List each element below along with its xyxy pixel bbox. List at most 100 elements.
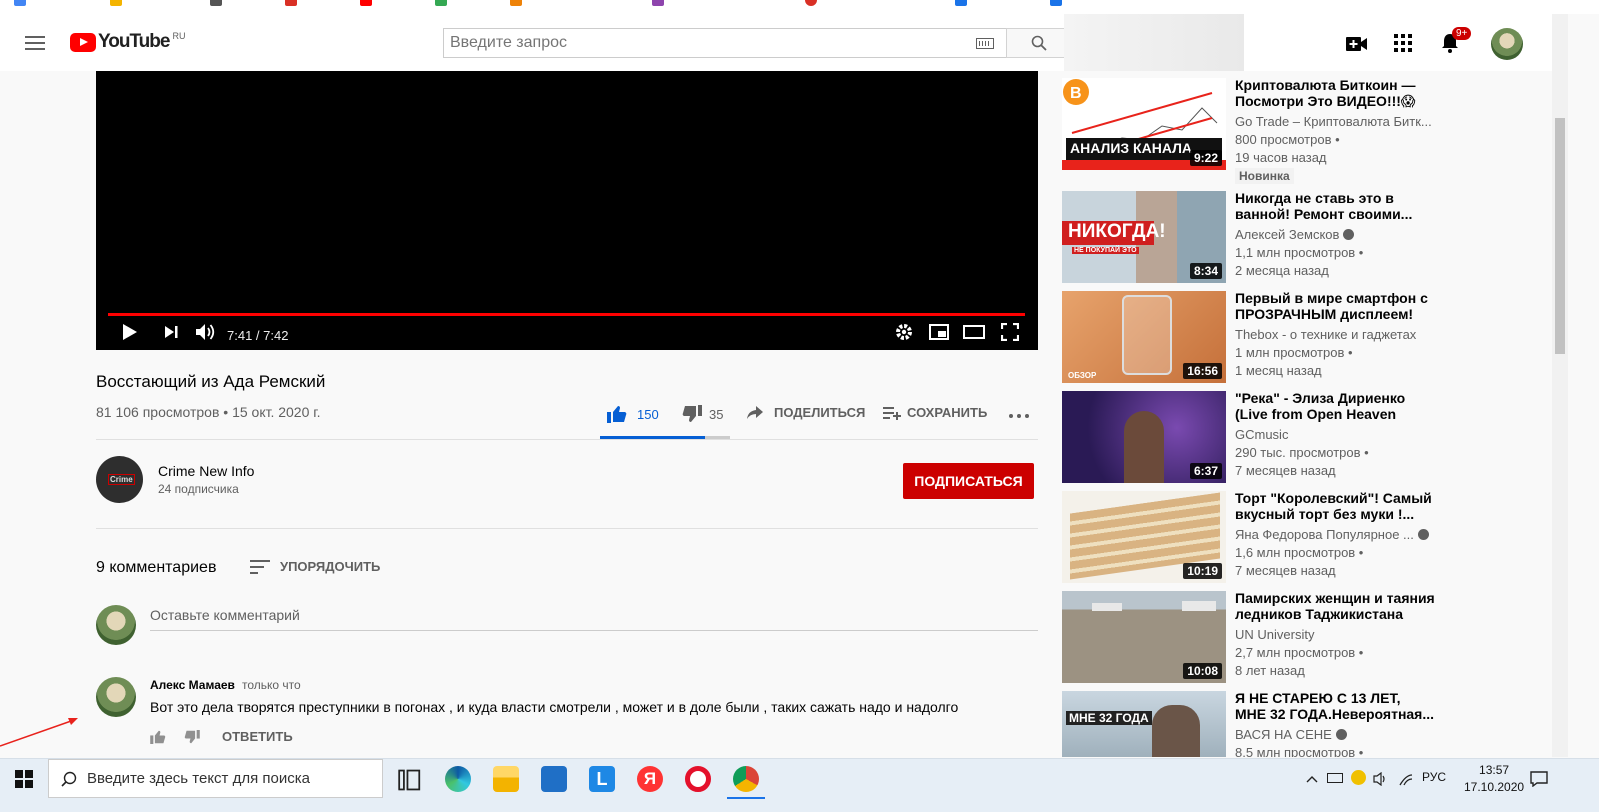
channel-label: GCmusic: [1235, 427, 1289, 442]
video-thumbnail[interactable]: НИКОГДА! НЕ ПОКУПАЙ ЭТО 8:34: [1062, 191, 1226, 283]
wifi-icon[interactable]: [1398, 772, 1414, 786]
account-avatar[interactable]: [1491, 28, 1523, 60]
channel-name[interactable]: GCmusic: [1235, 427, 1435, 442]
add-to-playlist-icon: [883, 406, 901, 420]
chrome-icon[interactable]: [733, 766, 759, 792]
bookmark-item[interactable]: [360, 0, 372, 6]
upload-age: 1 месяц назад: [1235, 363, 1322, 378]
video-title[interactable]: Криптовалюта Биткоин — Посмотри Это ВИДЕ…: [1235, 77, 1435, 109]
search-button[interactable]: [1006, 28, 1071, 58]
comment-dislike-icon[interactable]: [184, 729, 200, 744]
recommendation-item[interactable]: 10:19 Торт "Королевский"! Самый вкусный …: [1062, 490, 1562, 583]
verified-icon: [1335, 729, 1347, 740]
recommendation-item[interactable]: 10:08 Памирских женщин и таяния ледников…: [1062, 590, 1562, 683]
video-title[interactable]: Торт "Королевский"! Самый вкусный торт б…: [1235, 490, 1435, 522]
security-icon[interactable]: [1351, 770, 1366, 785]
settings-gear-icon[interactable]: [895, 323, 913, 341]
channel-name[interactable]: Thebox - о технике и гаджетах: [1235, 327, 1435, 342]
bookmark-item[interactable]: [210, 0, 222, 6]
recommendation-item[interactable]: НИКОГДА! НЕ ПОКУПАЙ ЭТО 8:34 Никогда не …: [1062, 190, 1562, 283]
speaker-icon[interactable]: [1373, 772, 1389, 786]
taskbar-search-input[interactable]: Введите здесь текст для поиска: [48, 759, 383, 798]
video-thumbnail[interactable]: 10:19: [1062, 491, 1226, 583]
view-count: 290 тыс. просмотров •: [1235, 445, 1369, 460]
search-input[interactable]: [444, 29, 944, 57]
bookmark-item[interactable]: [955, 0, 967, 6]
action-center-icon[interactable]: [1530, 771, 1548, 787]
file-explorer-icon[interactable]: [493, 766, 519, 792]
miniplayer-icon[interactable]: [929, 324, 949, 340]
video-title[interactable]: Памирских женщин и таяния ледников Таджи…: [1235, 590, 1435, 622]
page-scrollbar[interactable]: [1552, 14, 1568, 757]
bookmark-item[interactable]: [1050, 0, 1062, 6]
video-title[interactable]: Первый в мире смартфон с ПРОЗРАЧНЫМ дисп…: [1235, 290, 1435, 322]
sort-comments-button[interactable]: УПОРЯДОЧИТЬ: [250, 559, 380, 574]
bookmark-item[interactable]: [14, 0, 26, 6]
windows-start-icon[interactable]: [15, 770, 33, 788]
show-hidden-icons-icon[interactable]: [1306, 775, 1318, 783]
play-icon[interactable]: [122, 323, 138, 341]
video-thumbnail[interactable]: МНЕ 32 ГОДА: [1062, 691, 1226, 757]
bookmark-item[interactable]: [285, 0, 297, 6]
more-actions-icon[interactable]: [1009, 414, 1029, 418]
ad-banner[interactable]: [1064, 14, 1244, 71]
upload-age: 19 часов назад: [1235, 150, 1327, 165]
video-title[interactable]: Я НЕ СТАРЕЮ С 13 ЛЕТ, МНЕ 32 ГОДА.Неверо…: [1235, 691, 1435, 722]
recommendation-item[interactable]: 6:37 "Река" - Элиза Дириенко (Live from …: [1062, 390, 1562, 483]
recommendation-item[interactable]: МНЕ 32 ГОДА Я НЕ СТАРЕЮ С 13 ЛЕТ, МНЕ 32…: [1062, 691, 1562, 757]
opera-icon[interactable]: [685, 766, 711, 792]
comment-time[interactable]: только что: [242, 678, 301, 692]
menu-icon[interactable]: [25, 36, 45, 50]
edge-icon[interactable]: [445, 766, 471, 792]
yandex-browser-icon[interactable]: Я: [637, 766, 663, 792]
comment-author[interactable]: Алекс Мамаев: [150, 678, 235, 692]
share-button[interactable]: ПОДЕЛИТЬСЯ: [746, 405, 865, 420]
channel-avatar[interactable]: [96, 456, 143, 503]
add-comment-input[interactable]: Оставьте комментарий: [150, 607, 1038, 631]
recommendation-item[interactable]: ОБЗОР 16:56 Первый в мире смартфон с ПРО…: [1062, 290, 1562, 383]
scrollbar-thumb[interactable]: [1555, 118, 1565, 354]
app-l-icon[interactable]: L: [589, 766, 615, 792]
channel-name[interactable]: UN University: [1235, 627, 1435, 642]
video-title[interactable]: "Река" - Элиза Дириенко (Live from Open …: [1235, 390, 1435, 422]
recommendation-item[interactable]: B АНАЛИЗ КАНАЛА 9:22 Криптовалюта Биткои…: [1062, 77, 1562, 184]
battery-icon[interactable]: [1327, 773, 1343, 783]
theater-mode-icon[interactable]: [963, 325, 985, 339]
bookmark-item[interactable]: [510, 0, 522, 6]
subscribe-button[interactable]: ПОДПИСАТЬСЯ: [903, 463, 1034, 499]
clock[interactable]: 13:57 17.10.2020: [1464, 762, 1524, 796]
task-view-icon[interactable]: [398, 767, 424, 793]
input-language[interactable]: РУС: [1422, 770, 1446, 784]
svg-text:B: B: [1070, 85, 1082, 102]
bookmark-item[interactable]: [805, 0, 817, 6]
channel-name[interactable]: ВАСЯ НА СЕНЕ: [1235, 727, 1435, 742]
comment-like-icon[interactable]: [150, 730, 166, 744]
channel-name[interactable]: Go Trade – Криптовалюта Битк...: [1235, 114, 1435, 129]
like-button[interactable]: 150: [607, 405, 659, 423]
channel-name[interactable]: Crime New Info: [158, 463, 254, 479]
mail-icon[interactable]: [541, 766, 567, 792]
volume-icon[interactable]: [195, 323, 217, 341]
dislike-button[interactable]: 35: [682, 405, 723, 423]
save-button[interactable]: СОХРАНИТЬ: [883, 405, 987, 420]
video-thumbnail[interactable]: ОБЗОР 16:56: [1062, 291, 1226, 383]
channel-name[interactable]: Алексей Земсков: [1235, 227, 1435, 242]
bookmark-item[interactable]: [435, 0, 447, 6]
create-video-icon[interactable]: [1346, 36, 1368, 52]
keyboard-icon[interactable]: [976, 38, 994, 49]
comment-author-avatar[interactable]: [96, 677, 136, 717]
video-thumbnail[interactable]: 6:37: [1062, 391, 1226, 483]
video-title[interactable]: Никогда не ставь это в ванной! Ремонт св…: [1235, 190, 1435, 222]
reply-button[interactable]: ОТВЕТИТЬ: [222, 729, 293, 744]
youtube-logo[interactable]: YouTube RU: [70, 31, 185, 53]
progress-bar[interactable]: [108, 313, 1026, 316]
video-player[interactable]: 7:41 / 7:42: [96, 71, 1038, 350]
channel-name[interactable]: Яна Федорова Популярное ...: [1235, 527, 1435, 542]
bookmark-item[interactable]: [652, 0, 664, 6]
video-thumbnail[interactable]: B АНАЛИЗ КАНАЛА 9:22: [1062, 78, 1226, 170]
bookmark-item[interactable]: [110, 0, 122, 6]
fullscreen-icon[interactable]: [1001, 323, 1019, 341]
video-thumbnail[interactable]: 10:08: [1062, 591, 1226, 683]
apps-grid-icon[interactable]: [1394, 34, 1412, 52]
next-icon[interactable]: [163, 324, 179, 340]
